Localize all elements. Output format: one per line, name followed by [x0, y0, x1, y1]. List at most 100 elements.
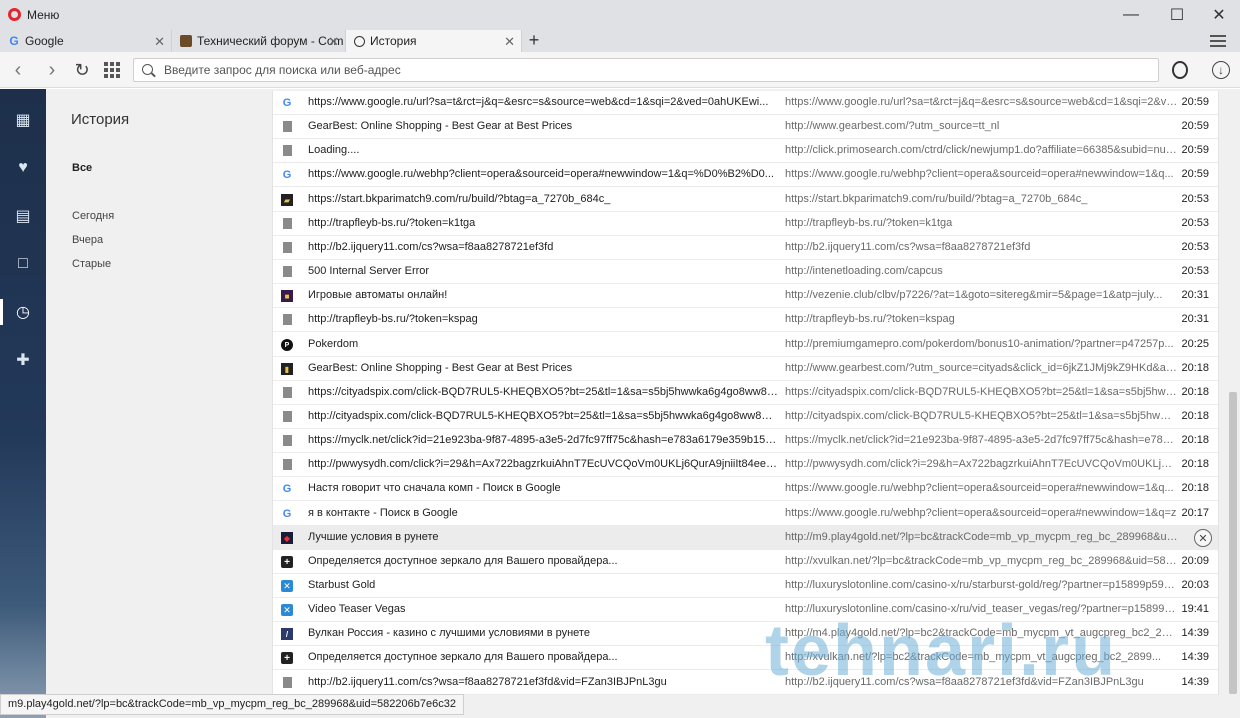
history-title[interactable]: http://trapfleyb-bs.ru/?token=kspag	[308, 313, 778, 325]
history-title[interactable]: Игровые автоматы онлайн!	[308, 289, 778, 301]
history-title[interactable]: http://trapfleyb-bs.ru/?token=k1tga	[308, 217, 778, 229]
history-title[interactable]: Определяется доступное зеркало для Вашег…	[308, 651, 778, 663]
history-icon[interactable]: ◷	[0, 299, 46, 325]
speed-dial-icon[interactable]: ▦	[0, 107, 46, 133]
vulkan-icon: /	[281, 628, 293, 640]
heart-icon[interactable]: ♥	[0, 155, 46, 181]
tab-google[interactable]: G Google ✕	[0, 30, 172, 52]
menu-button[interactable]: Меню	[27, 8, 59, 22]
history-row[interactable]: ✕ Video Teaser Vegas http://luxuryslotonli…	[273, 598, 1218, 622]
casino-icon: +	[281, 556, 293, 568]
close-tab-icon[interactable]: ✕	[150, 34, 165, 50]
tab-history[interactable]: История ✕	[346, 30, 522, 52]
history-row[interactable]: Loading.... http://click.primosearch.com/…	[273, 139, 1218, 163]
history-title[interactable]: GearBest: Online Shopping - Best Gear at…	[308, 120, 778, 132]
address-bar[interactable]	[133, 58, 1159, 82]
close-tab-icon[interactable]: ✕	[500, 34, 515, 50]
history-row[interactable]: + Определяется доступное зеркало для Ваше…	[273, 550, 1218, 574]
maximize-icon[interactable]: ☐	[1154, 0, 1200, 30]
starburst-icon: ✕	[281, 604, 293, 616]
history-title[interactable]: https://cityadspix.com/click-BQD7RUL5-KH…	[308, 386, 778, 398]
history-url: https://myclk.net/click?id=21e923ba-9f87…	[785, 434, 1178, 446]
history-row[interactable]: Ghttps://www.google.ru/webhp?client=oper…	[273, 163, 1218, 187]
history-url: http://trapfleyb-bs.ru/?token=k1tga	[785, 217, 953, 229]
history-row[interactable]: Gя в контакте - Поиск в Google https://ww…	[273, 502, 1218, 526]
history-row[interactable]: http://trapfleyb-bs.ru/?token=k1tga http:…	[273, 212, 1218, 236]
history-title[interactable]: Вулкан Россия - казино с лучшими условия…	[308, 627, 778, 639]
history-title[interactable]: я в контакте - Поиск в Google	[308, 507, 778, 519]
history-title[interactable]: 500 Internal Server Error	[308, 265, 778, 277]
history-time: 19:41	[1181, 603, 1209, 615]
history-row[interactable]: + Определяется доступное зеркало для Ваше…	[273, 646, 1218, 670]
extensions-icon[interactable]: ✚	[0, 347, 46, 373]
history-title[interactable]: Video Teaser Vegas	[308, 603, 778, 615]
download-icon[interactable]: ↓	[1212, 61, 1230, 79]
history-nav-panel: История Все Сегодня Вчера Старые	[46, 89, 254, 718]
history-title[interactable]: http://b2.ijquery11.com/cs?wsa=f8aa82787…	[308, 676, 778, 688]
address-input[interactable]	[164, 62, 1144, 78]
history-url: http://click.primosearch.com/ctrd/click/…	[785, 144, 1178, 156]
history-row[interactable]: GearBest: Online Shopping - Best Gear at…	[273, 115, 1218, 139]
history-title[interactable]: http://pwwysydh.com/click?i=29&h=Ax722ba…	[308, 458, 778, 470]
history-row[interactable]: http://trapfleyb-bs.ru/?token=kspag http:…	[273, 308, 1218, 332]
speed-dial-icon[interactable]	[104, 62, 120, 78]
history-title[interactable]: Loading....	[308, 144, 778, 156]
minimize-icon[interactable]: —	[1108, 0, 1154, 30]
history-title[interactable]: https://start.bkparimatch9.com/ru/build/…	[308, 193, 778, 205]
close-window-icon[interactable]: ✕	[1196, 0, 1240, 30]
vpn-icon[interactable]	[1172, 61, 1188, 79]
tab-menu-icon[interactable]	[1208, 32, 1228, 48]
nav-older[interactable]: Старые	[72, 258, 111, 270]
forward-icon[interactable]: ›	[40, 58, 64, 82]
history-row[interactable]: G Настя говорит что сначала комп - Поиск …	[273, 477, 1218, 501]
history-row[interactable]: ▮ GearBest: Online Shopping - Best Gear a…	[273, 357, 1218, 381]
back-icon[interactable]: ‹	[6, 58, 30, 82]
history-title[interactable]: GearBest: Online Shopping - Best Gear at…	[308, 362, 778, 374]
history-title[interactable]: Настя говорит что сначала комп - Поиск в…	[308, 482, 778, 494]
history-title[interactable]: Лучшие условия в рунете	[308, 531, 778, 543]
history-row[interactable]: ◆ Лучшие условия в рунете http://m9.play4g…	[273, 526, 1218, 550]
status-bar: m9.play4gold.net/?lp=bc&trackCode=mb_vp_…	[0, 694, 464, 715]
reload-icon[interactable]: ↻	[70, 58, 94, 82]
history-title[interactable]: Определяется доступное зеркало для Вашег…	[308, 555, 778, 567]
history-title[interactable]: Starbust Gold	[308, 579, 778, 591]
history-url: http://www.gearbest.com/?utm_source=city…	[785, 362, 1178, 374]
opera-logo-icon[interactable]	[8, 8, 21, 21]
history-title[interactable]: https://myclk.net/click?id=21e923ba-9f87…	[308, 434, 778, 446]
history-row[interactable]: P Pokerdom http://premiumgamepro.com/poker…	[273, 333, 1218, 357]
google-icon: G	[282, 169, 292, 181]
tab-label: Google	[25, 34, 64, 48]
history-title[interactable]: Pokerdom	[308, 338, 778, 350]
history-row[interactable]: ▰ https://start.bkparimatch9.com/ru/build…	[273, 188, 1218, 212]
history-row[interactable]: 500 Internal Server Error http://intenetl…	[273, 260, 1218, 284]
history-time: 20:09	[1181, 555, 1209, 567]
history-title[interactable]: http://cityadspix.com/click-BQD7RUL5-KHE…	[308, 410, 778, 422]
history-row[interactable]: Ghttps://www.google.ru/url?sa=t&rct=j&q=…	[273, 91, 1218, 115]
history-title[interactable]: https://www.google.ru/url?sa=t&rct=j&q=&…	[308, 96, 778, 108]
close-tab-icon[interactable]: ✕	[324, 34, 339, 50]
history-row[interactable]: https://myclk.net/click?id=21e923ba-9f87…	[273, 429, 1218, 453]
remove-entry-icon[interactable]: ✕	[1194, 529, 1212, 547]
history-row[interactable]: http://pwwysydh.com/click?i=29&h=Ax722ba…	[273, 453, 1218, 477]
history-row[interactable]: / Вулкан Россия - казино с лучшими услови…	[273, 622, 1218, 646]
history-url: https://www.google.ru/webhp?client=opera…	[785, 168, 1174, 180]
news-icon[interactable]: ▤	[0, 203, 46, 229]
history-url: http://m4.play4gold.net/?lp=bc2&trackCod…	[785, 627, 1178, 639]
history-row[interactable]: http://b2.ijquery11.com/cs?wsa=f8aa82787…	[273, 236, 1218, 260]
scrollbar-thumb[interactable]	[1229, 392, 1237, 694]
history-title[interactable]: https://www.google.ru/webhp?client=opera…	[308, 168, 778, 180]
history-title[interactable]: http://b2.ijquery11.com/cs?wsa=f8aa82787…	[308, 241, 778, 253]
history-row[interactable]: http://b2.ijquery11.com/cs?wsa=f8aa82787…	[273, 671, 1218, 695]
history-url: http://xvulkan.net/?lp=bc2&trackCode=mb_…	[785, 651, 1162, 663]
tab-forum[interactable]: Технический форум - Com ✕	[172, 30, 346, 52]
nav-all[interactable]: Все	[72, 162, 92, 174]
history-row[interactable]: https://cityadspix.com/click-BQD7RUL5-KH…	[273, 381, 1218, 405]
nav-today[interactable]: Сегодня	[72, 210, 114, 222]
history-row[interactable]: ✕ Starbust Gold http://luxuryslotonline.co…	[273, 574, 1218, 598]
devices-icon[interactable]: □	[0, 251, 46, 277]
history-row[interactable]: ■ Игровые автоматы онлайн! http://vezenie.…	[273, 284, 1218, 308]
history-row[interactable]: http://cityadspix.com/click-BQD7RUL5-KHE…	[273, 405, 1218, 429]
history-time: 20:53	[1181, 217, 1209, 229]
nav-yesterday[interactable]: Вчера	[72, 234, 103, 246]
new-tab-icon[interactable]: +	[524, 31, 544, 51]
